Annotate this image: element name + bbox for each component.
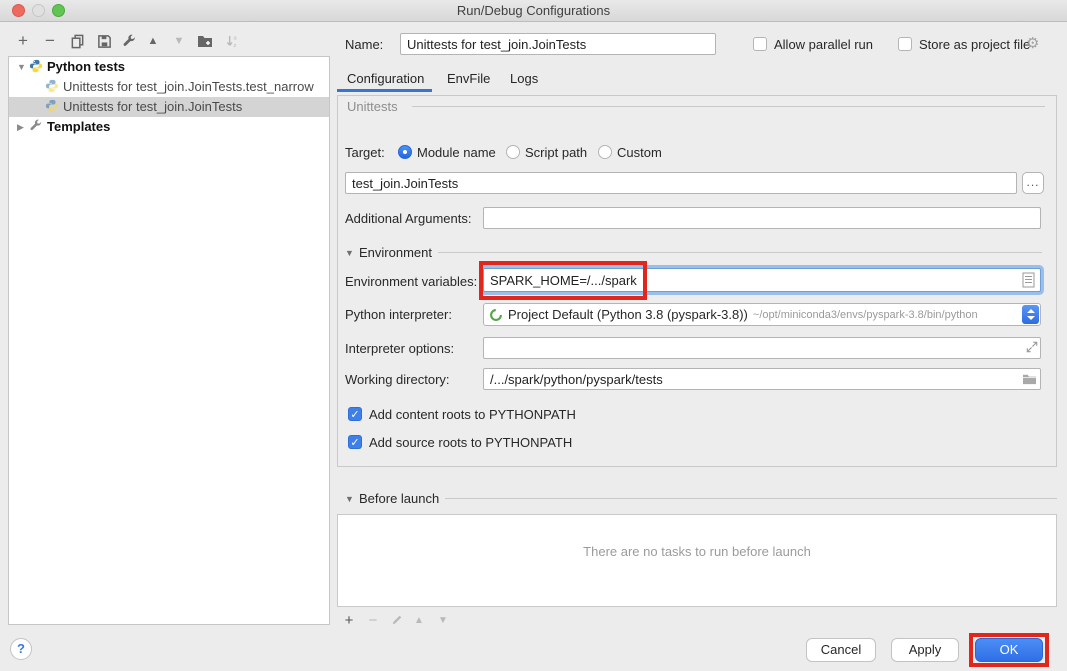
move-task-down-icon: ▼ (434, 611, 452, 629)
target-custom-label: Custom (617, 145, 662, 160)
tree-item-python-tests[interactable]: ▼ Python tests (9, 57, 329, 77)
templates-wrench-icon (29, 119, 43, 133)
environment-collapse-caret-icon[interactable]: ▼ (345, 248, 354, 258)
apply-button[interactable]: Apply (891, 638, 959, 662)
browse-folder-icon[interactable] (1022, 372, 1037, 388)
tree-item-label: Python tests (47, 59, 125, 74)
window-title: Run/Debug Configurations (0, 3, 1067, 18)
python-interpreter-value: Project Default (Python 3.8 (pyspark-3.8… (508, 307, 748, 322)
python-interpreter-label: Python interpreter: (345, 307, 452, 322)
add-content-roots-checkbox[interactable]: ✓ (348, 407, 362, 421)
additional-arguments-input[interactable] (483, 207, 1041, 229)
python-tests-icon (29, 59, 43, 73)
target-label: Target: (345, 145, 385, 160)
add-content-roots-label: Add content roots to PYTHONPATH (369, 407, 576, 422)
target-script-path-label: Script path (525, 145, 587, 160)
edit-task-pencil-icon (388, 611, 406, 629)
run-debug-configurations-dialog: Run/Debug Configurations + − ▲ ▼ az ▼ Pyt… (0, 0, 1067, 671)
tree-item-label: Unittests for test_join.JoinTests (63, 99, 242, 114)
name-label: Name: (345, 37, 383, 52)
tree-item-unittests-test-narrow[interactable]: Unittests for test_join.JoinTests.test_n… (9, 77, 329, 97)
working-directory-input[interactable] (483, 368, 1041, 390)
tab-envfile[interactable]: EnvFile (447, 71, 490, 86)
before-launch-empty-text: There are no tasks to run before launch (338, 544, 1056, 559)
ok-button[interactable]: OK (975, 638, 1043, 662)
tree-item-label: Unittests for test_join.JoinTests.test_n… (63, 79, 314, 94)
remove-configuration-icon[interactable]: − (40, 31, 60, 51)
tree-item-templates[interactable]: ▶ Templates (9, 117, 329, 137)
expand-editor-icon[interactable] (1026, 341, 1038, 356)
interpreter-options-input[interactable] (483, 337, 1041, 359)
allow-parallel-run-label: Allow parallel run (774, 37, 873, 52)
browse-button[interactable]: ... (1022, 172, 1044, 194)
cancel-button[interactable]: Cancel (806, 638, 876, 662)
select-stepper-icon[interactable] (1022, 305, 1039, 324)
title-bar: Run/Debug Configurations (0, 0, 1067, 22)
before-launch-rule (445, 498, 1057, 499)
additional-arguments-label: Additional Arguments: (345, 211, 471, 226)
target-module-name-radio[interactable] (398, 145, 412, 159)
target-module-name-label: Module name (417, 145, 496, 160)
help-button[interactable]: ? (10, 638, 32, 660)
environment-variables-input[interactable] (483, 268, 1041, 292)
working-directory-label: Working directory: (345, 372, 450, 387)
group-title-rule (412, 106, 1045, 107)
copy-configuration-icon[interactable] (67, 31, 87, 51)
edit-variables-list-icon[interactable] (1022, 272, 1035, 291)
sort-alphabetically-icon: az (222, 31, 242, 51)
store-as-project-file-checkbox[interactable] (898, 37, 912, 51)
allow-parallel-run-checkbox[interactable] (753, 37, 767, 51)
python-test-icon (45, 99, 59, 113)
tree-item-label: Templates (47, 119, 110, 134)
before-launch-tasks-list: There are no tasks to run before launch (337, 514, 1057, 607)
tab-configuration[interactable]: Configuration (347, 71, 424, 86)
svg-text:z: z (233, 43, 236, 49)
collapse-caret-icon[interactable]: ▼ (17, 57, 29, 77)
move-task-up-icon: ▲ (410, 611, 428, 629)
edit-templates-wrench-icon[interactable] (119, 31, 139, 51)
tree-item-unittests-jointests-selected[interactable]: Unittests for test_join.JoinTests (9, 97, 329, 117)
add-configuration-icon[interactable]: + (13, 31, 33, 51)
tab-logs[interactable]: Logs (510, 71, 538, 86)
add-source-roots-label: Add source roots to PYTHONPATH (369, 435, 572, 450)
environment-section-header: Environment (359, 245, 432, 260)
python-interpreter-path: ~/opt/miniconda3/envs/pyspark-3.8/bin/py… (753, 309, 978, 321)
environment-variables-label: Environment variables: (345, 274, 477, 289)
python-interpreter-select[interactable]: Project Default (Python 3.8 (pyspark-3.8… (483, 303, 1041, 326)
target-custom-radio[interactable] (598, 145, 612, 159)
active-tab-underline (337, 89, 432, 92)
move-up-icon[interactable]: ▲ (143, 31, 163, 51)
move-down-icon: ▼ (169, 31, 189, 51)
target-script-path-radio[interactable] (506, 145, 520, 159)
before-launch-collapse-caret-icon[interactable]: ▼ (345, 494, 354, 504)
add-source-roots-checkbox[interactable]: ✓ (348, 435, 362, 449)
remove-task-icon: − (364, 611, 382, 629)
conda-environment-icon (489, 308, 503, 322)
target-module-input[interactable] (345, 172, 1017, 194)
name-input[interactable] (400, 33, 716, 55)
svg-text:a: a (233, 35, 237, 41)
new-folder-icon[interactable] (195, 31, 215, 51)
unittests-group-title: Unittests (347, 99, 398, 114)
configurations-tree: ▼ Python tests Unittests for test_join.Jo… (8, 56, 330, 625)
environment-section-rule (438, 252, 1042, 253)
store-as-project-file-label: Store as project file (919, 37, 1030, 52)
interpreter-options-label: Interpreter options: (345, 341, 454, 356)
before-launch-header: Before launch (359, 491, 439, 506)
save-configuration-icon[interactable] (94, 31, 114, 51)
expand-caret-icon[interactable]: ▶ (17, 117, 29, 137)
add-task-icon[interactable]: + (340, 611, 358, 629)
gear-icon[interactable]: ⚙ (1026, 34, 1039, 52)
python-test-icon (45, 79, 59, 93)
